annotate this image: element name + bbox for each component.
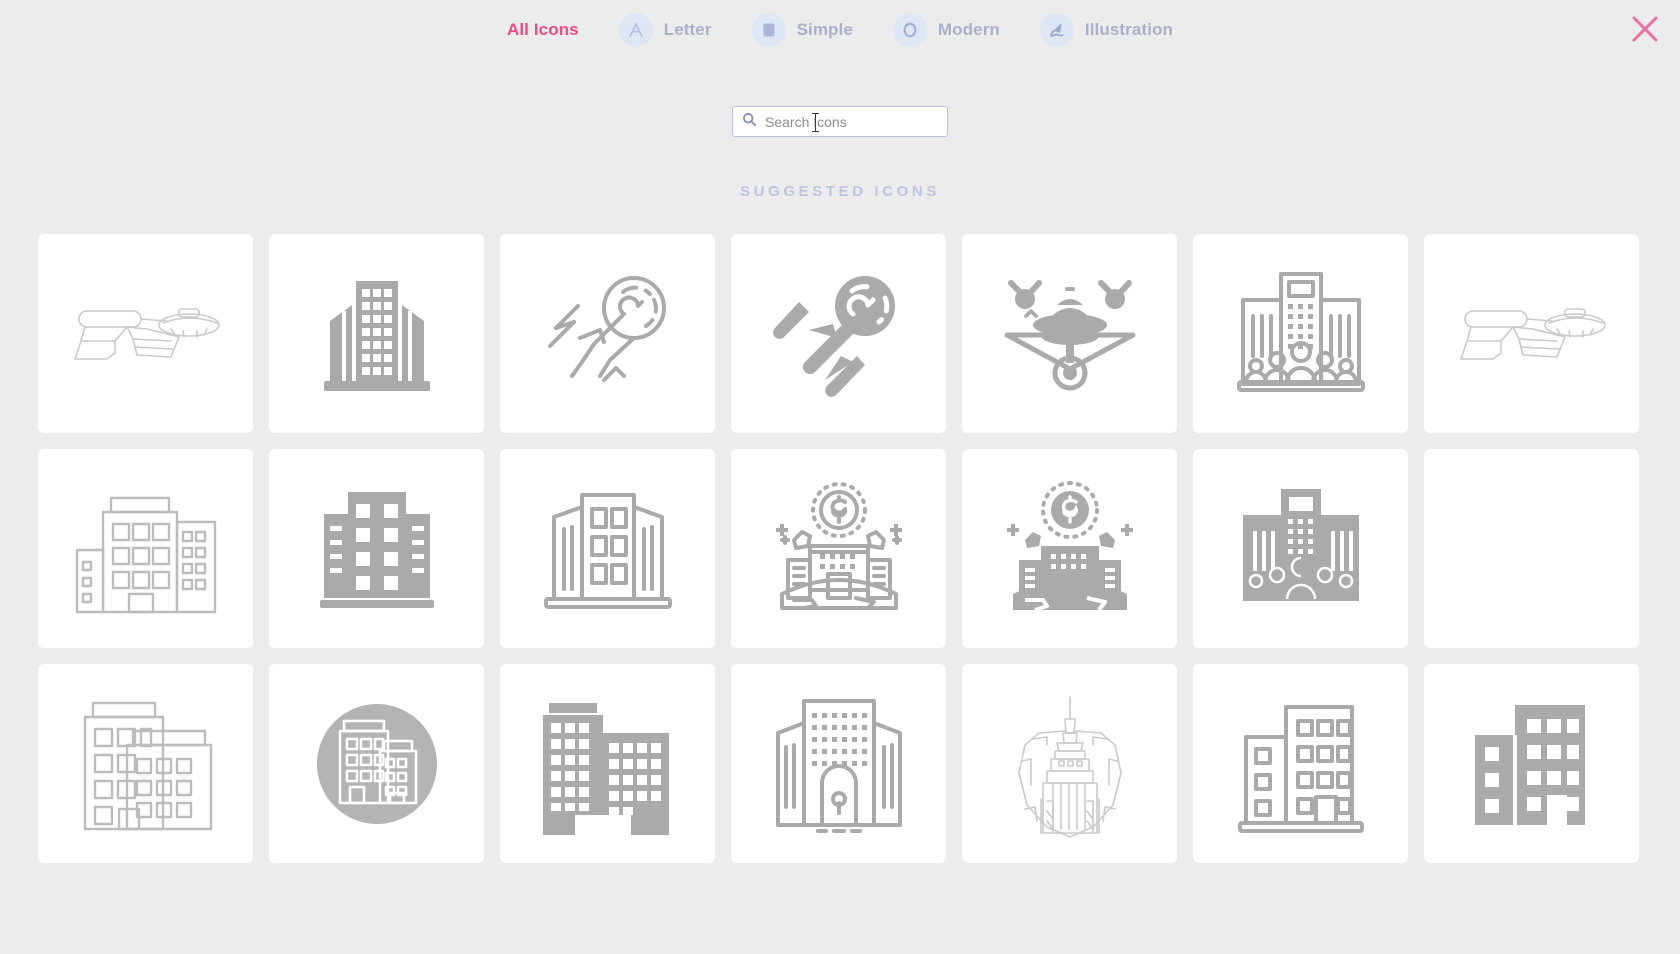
tab-simple[interactable]: Simple (751, 13, 853, 47)
enterprise-ship-outline-icon[interactable] (500, 234, 715, 433)
civic-building-outline-icon[interactable] (731, 664, 946, 863)
starship-outline-light-icon[interactable] (1424, 234, 1639, 433)
square-icon (751, 13, 786, 47)
building-with-people-outline-icon[interactable] (1193, 234, 1408, 433)
tab-modern[interactable]: Modern (892, 13, 1000, 47)
global-bank-dollar-outline-icon[interactable] (731, 449, 946, 648)
empire-state-building-icon[interactable] (962, 664, 1177, 863)
twin-buildings-outline-icon[interactable] (38, 664, 253, 863)
city-block-solid-icon[interactable] (500, 664, 715, 863)
search-area (0, 106, 1680, 137)
two-buildings-outline-icon[interactable] (1193, 664, 1408, 863)
tab-letter[interactable]: Letter (618, 13, 712, 47)
ufo-saucer-solid-icon[interactable] (962, 234, 1177, 433)
category-tabbar: All Icons Letter Simple Modern Illustrat… (0, 0, 1680, 60)
circle-ring-icon (892, 13, 927, 47)
text-cursor (812, 113, 819, 132)
close-icon (1630, 14, 1660, 49)
two-buildings-solid-icon[interactable] (1424, 664, 1639, 863)
empty-card[interactable] (1424, 449, 1639, 648)
enterprise-ship-solid-icon[interactable] (731, 234, 946, 433)
page-title: SUGGESTED ICONS (740, 183, 940, 200)
close-button[interactable] (1626, 12, 1664, 50)
letter-a-icon (618, 13, 653, 47)
tab-illustration[interactable]: Illustration (1039, 13, 1173, 47)
search-icon (742, 112, 757, 132)
tab-all-icons-label: All Icons (506, 20, 579, 39)
office-tower-solid-icon[interactable] (269, 234, 484, 433)
tab-illustration-label: Illustration (1084, 20, 1173, 39)
apartment-block-solid-icon[interactable] (269, 449, 484, 648)
search-box[interactable] (732, 106, 948, 137)
global-bank-dollar-solid-icon[interactable] (962, 449, 1177, 648)
tab-all-icons[interactable]: All Icons (507, 20, 579, 40)
tab-simple-label: Simple (796, 20, 853, 39)
icon-picker-panel: All Icons Letter Simple Modern Illustrat… (0, 0, 1680, 954)
tab-modern-label: Modern (937, 20, 1000, 39)
search-input[interactable] (765, 113, 941, 130)
tab-letter-label: Letter (663, 20, 712, 39)
buildings-circle-badge-icon[interactable] (269, 664, 484, 863)
city-buildings-outline-icon[interactable] (38, 449, 253, 648)
suggested-icons-grid (38, 234, 1643, 863)
starship-outline-icon[interactable] (38, 234, 253, 433)
office-buildings-outline-icon[interactable] (500, 449, 715, 648)
brush-icon (1039, 13, 1074, 47)
building-with-people-solid-icon[interactable] (1193, 449, 1408, 648)
